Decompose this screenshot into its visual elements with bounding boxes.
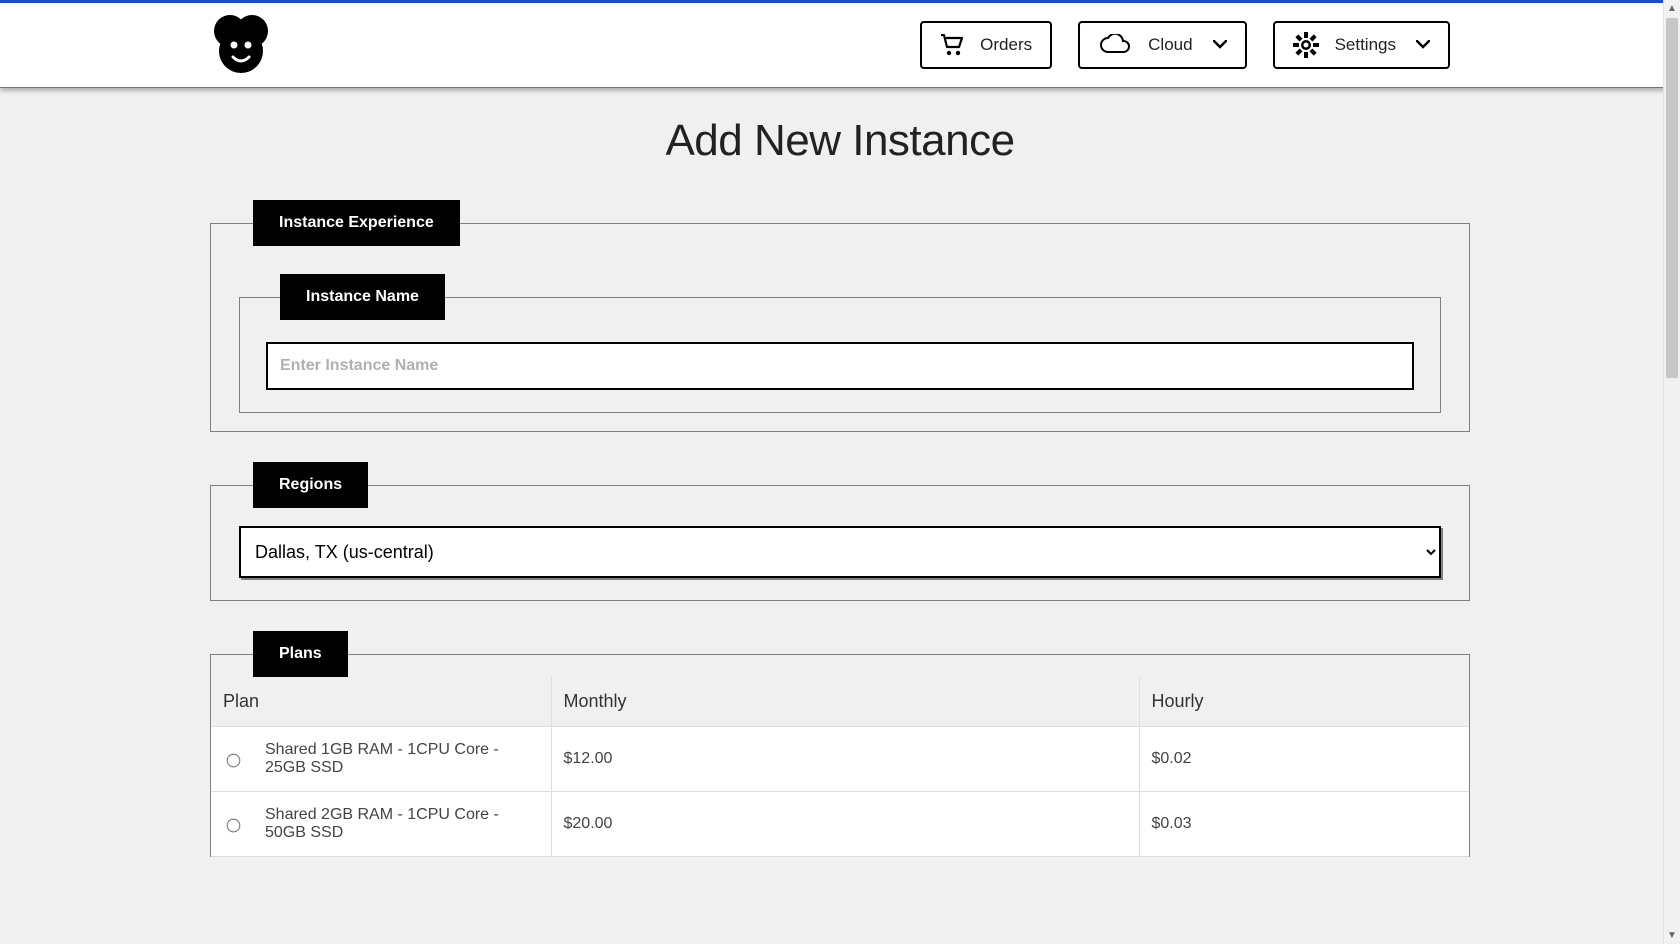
- plan-hourly: $0.02: [1139, 727, 1469, 792]
- main-content: Instance Experience Instance Name Region…: [210, 200, 1470, 927]
- plan-monthly: $12.00: [551, 727, 1139, 792]
- plan-label: Shared 2GB RAM - 1CPU Core - 50GB SSD: [265, 806, 539, 842]
- table-row: Shared 2GB RAM - 1CPU Core - 50GB SSD $2…: [211, 792, 1469, 857]
- logo-icon: [210, 15, 272, 75]
- chevron-down-icon: [1416, 40, 1430, 50]
- plans-col-monthly: Monthly: [551, 677, 1139, 727]
- instance-name-input[interactable]: [266, 342, 1414, 390]
- regions-section: Regions Dallas, TX (us-central): [210, 462, 1470, 601]
- cloud-icon: [1098, 34, 1132, 56]
- instance-name-legend: Instance Name: [280, 274, 445, 320]
- region-select[interactable]: Dallas, TX (us-central): [239, 526, 1441, 578]
- orders-label: Orders: [980, 35, 1032, 55]
- cloud-button[interactable]: Cloud: [1078, 21, 1246, 69]
- chevron-down-icon: [1213, 40, 1227, 50]
- vertical-scrollbar[interactable]: ▲ ▼: [1663, 0, 1680, 944]
- instance-experience-legend: Instance Experience: [253, 200, 460, 246]
- plan-radio[interactable]: [227, 754, 241, 768]
- settings-button[interactable]: Settings: [1273, 21, 1450, 69]
- plans-col-hourly: Hourly: [1139, 677, 1469, 727]
- plans-col-plan: Plan: [211, 677, 551, 727]
- plan-hourly: $0.03: [1139, 792, 1469, 857]
- scrollbar-thumb[interactable]: [1666, 18, 1678, 378]
- plan-monthly: $20.00: [551, 792, 1139, 857]
- header: Orders Cloud: [0, 3, 1680, 88]
- plan-label: Shared 1GB RAM - 1CPU Core - 25GB SSD: [265, 741, 539, 777]
- gear-icon: [1293, 32, 1319, 58]
- page-title: Add New Instance: [0, 116, 1680, 166]
- regions-legend: Regions: [253, 462, 368, 508]
- plans-legend: Plans: [253, 631, 348, 677]
- instance-name-section: Instance Name: [239, 274, 1441, 413]
- plan-radio[interactable]: [227, 819, 241, 833]
- settings-label: Settings: [1335, 35, 1396, 55]
- orders-button[interactable]: Orders: [920, 21, 1052, 69]
- table-row: Shared 1GB RAM - 1CPU Core - 25GB SSD $1…: [211, 727, 1469, 792]
- scroll-up-arrow-icon[interactable]: ▲: [1664, 0, 1680, 17]
- scroll-down-arrow-icon[interactable]: ▼: [1664, 927, 1680, 944]
- plans-section: Plans Plan Monthly Hourly Shared 1GB RAM…: [210, 631, 1470, 857]
- instance-experience-section: Instance Experience Instance Name: [210, 200, 1470, 432]
- app-logo[interactable]: [210, 15, 272, 75]
- cart-icon: [940, 34, 964, 56]
- plans-table: Plan Monthly Hourly Shared 1GB RAM - 1CP…: [211, 677, 1469, 857]
- cloud-label: Cloud: [1148, 35, 1192, 55]
